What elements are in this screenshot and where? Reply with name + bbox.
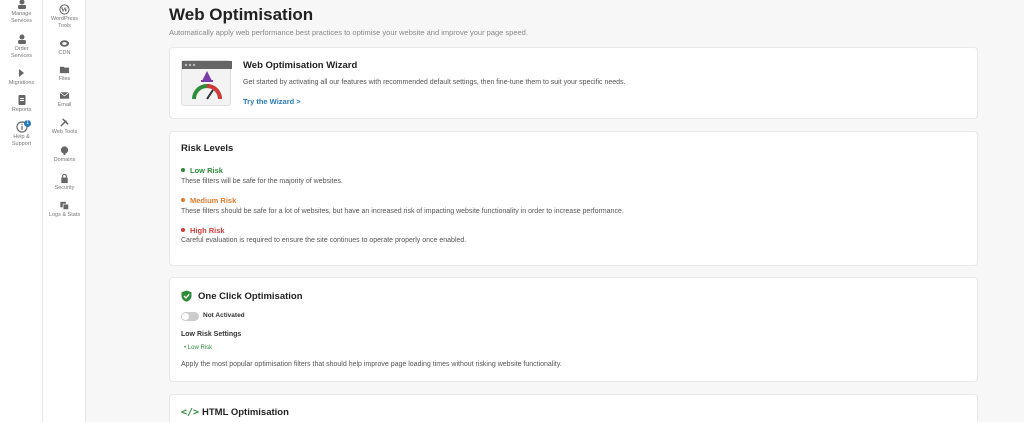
html-optimisation-title: HTML Optimisation (202, 407, 289, 418)
nav-cdn[interactable]: CDN (43, 38, 86, 57)
primary-nav: Manage Services Order Services Migrations … (0, 0, 43, 422)
medium-risk-dot (181, 198, 185, 203)
nav-logs-stats[interactable]: Logs & Stats (43, 200, 86, 219)
one-click-title: One Click Optimisation (198, 291, 303, 302)
toggle-knob (182, 313, 189, 320)
one-click-description: Apply the most popular optimisation filt… (181, 361, 562, 368)
lock-icon (61, 173, 68, 184)
nav-label: WordPress Tools (50, 16, 79, 29)
medium-risk-description: These filters should be safe for a lot o… (181, 208, 624, 215)
try-wizard-link[interactable]: Try the Wizard > (243, 97, 301, 106)
app-root: Manage Services Order Services Migrations … (0, 0, 1024, 422)
migrations-icon (18, 69, 24, 77)
nav-label: Manage Services (10, 11, 33, 24)
page-subtitle: Automatically apply web performance best… (169, 28, 528, 37)
svg-text:W: W (60, 7, 68, 14)
order-icon (17, 34, 26, 44)
cdn-icon (59, 40, 70, 47)
tools-icon (60, 118, 69, 127)
nav-label: Files (58, 76, 71, 82)
nav-label: Help & Support (11, 134, 32, 147)
domains-icon (60, 146, 69, 156)
wizard-description: Get started by activating all our featur… (243, 79, 626, 86)
nav-label: Email (57, 102, 72, 108)
nav-security[interactable]: Security (43, 173, 86, 192)
low-risk-settings-title: Low Risk Settings (181, 331, 242, 338)
wordpress-icon: W (59, 4, 70, 15)
risk-levels-title: Risk Levels (181, 143, 234, 154)
nav-migrations[interactable]: Migrations (0, 67, 43, 87)
risk-levels-card: Risk Levels Low Risk These filters will … (169, 131, 978, 266)
nav-label: Migrations (8, 80, 35, 86)
nav-wordpress-tools[interactable]: W WordPress Tools (43, 4, 86, 29)
high-risk-description: Careful evaluation is required to ensure… (181, 237, 467, 244)
main-content: Web Optimisation Automatically apply web… (86, 0, 1024, 422)
nav-label: Security (54, 185, 75, 191)
wizard-gauge-icon (182, 61, 232, 100)
logs-icon (60, 201, 69, 210)
nav-reports[interactable]: Reports (0, 94, 43, 114)
one-click-toggle[interactable] (181, 312, 199, 321)
toggle-status-label: Not Activated (203, 312, 245, 319)
help-badge: 1 (24, 120, 31, 127)
high-risk-dot (181, 228, 185, 233)
secondary-nav: W WordPress Tools CDN Files Email Web Too… (43, 0, 86, 422)
nav-label: Order Services (10, 46, 33, 59)
one-click-card: One Click Optimisation Not Activated Low… (169, 277, 978, 382)
wizard-illustration (181, 60, 232, 106)
medium-risk-label: Medium Risk (181, 196, 236, 205)
code-icon: </> (181, 407, 200, 418)
nav-email[interactable]: Email (43, 90, 86, 109)
low-risk-dot (181, 168, 185, 173)
page-title: Web Optimisation (169, 5, 314, 24)
reports-icon (18, 95, 25, 105)
nav-label: Logs & Stats (48, 212, 81, 218)
low-risk-description: These filters will be safe for the major… (181, 178, 343, 185)
nav-label: Reports (11, 107, 32, 113)
shield-check-icon (181, 290, 192, 302)
nav-domains[interactable]: Domains (43, 145, 86, 164)
nav-manage-services[interactable]: Manage Services (0, 0, 43, 24)
nav-web-tools[interactable]: Web Tools (43, 117, 86, 136)
nav-label: Web Tools (51, 129, 78, 135)
folder-icon (59, 66, 70, 74)
nav-label: CDN (58, 50, 71, 56)
wizard-card: Web Optimisation Wizard Get started by a… (169, 47, 978, 119)
low-risk-tag: • Low Risk (184, 345, 213, 351)
nav-files[interactable]: Files (43, 64, 86, 83)
wizard-title: Web Optimisation Wizard (243, 60, 358, 71)
nav-label: Domains (53, 157, 76, 163)
nav-order-services[interactable]: Order Services (0, 33, 43, 59)
high-risk-label: High Risk (181, 226, 225, 235)
email-icon (59, 92, 70, 99)
low-risk-label: Low Risk (181, 166, 223, 175)
html-optimisation-card: </> HTML Optimisation (169, 394, 978, 422)
services-icon (17, 0, 26, 9)
nav-help-support[interactable]: 1 Help & Support (0, 120, 43, 147)
